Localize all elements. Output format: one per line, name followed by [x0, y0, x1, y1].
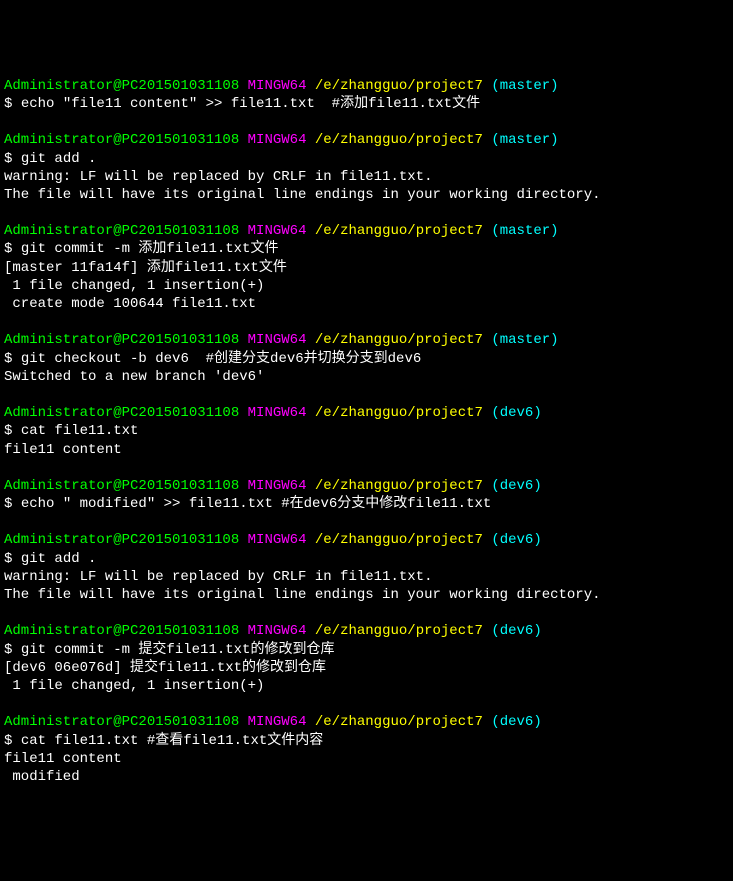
prompt-path: /e/zhangguo/project7 — [315, 78, 483, 94]
prompt-line: Administrator@PC201501031108 MINGW64 /e/… — [4, 331, 729, 349]
prompt-path: /e/zhangguo/project7 — [315, 332, 483, 348]
terminal[interactable]: Administrator@PC201501031108 MINGW64 /e/… — [4, 77, 729, 786]
prompt-line: Administrator@PC201501031108 MINGW64 /e/… — [4, 77, 729, 95]
prompt-mingw: MINGW64 — [248, 478, 307, 494]
output-line: file11 content — [4, 751, 122, 767]
command-line: $ cat file11.txt #查看file11.txt文件内容 — [4, 732, 729, 750]
prompt-mingw: MINGW64 — [248, 132, 307, 148]
output-line: warning: LF will be replaced by CRLF in … — [4, 569, 432, 585]
output-line: [dev6 06e076d] 提交file11.txt的修改到仓库 — [4, 660, 326, 676]
prompt-line: Administrator@PC201501031108 MINGW64 /e/… — [4, 477, 729, 495]
output-line: Switched to a new branch 'dev6' — [4, 369, 264, 385]
command-line: $ git add . — [4, 550, 729, 568]
command-text: git add . — [21, 151, 97, 167]
prompt-dollar: $ — [4, 241, 21, 257]
output-line: 1 file changed, 1 insertion(+) — [4, 278, 264, 294]
output-line: modified — [4, 769, 80, 785]
prompt-dollar: $ — [4, 733, 21, 749]
prompt-dollar: $ — [4, 642, 21, 658]
output-line: The file will have its original line end… — [4, 587, 601, 603]
command-line: $ echo "file11 content" >> file11.txt #添… — [4, 95, 729, 113]
prompt-mingw: MINGW64 — [248, 78, 307, 94]
prompt-dollar: $ — [4, 551, 21, 567]
output-line: create mode 100644 file11.txt — [4, 296, 256, 312]
prompt-mingw: MINGW64 — [248, 405, 307, 421]
prompt-branch: (master) — [491, 223, 558, 239]
output-line: The file will have its original line end… — [4, 187, 601, 203]
prompt-dollar: $ — [4, 151, 21, 167]
command-text: cat file11.txt — [21, 423, 139, 439]
prompt-path: /e/zhangguo/project7 — [315, 132, 483, 148]
prompt-line: Administrator@PC201501031108 MINGW64 /e/… — [4, 131, 729, 149]
output-line: file11 content — [4, 442, 122, 458]
prompt-user-host: Administrator@PC201501031108 — [4, 132, 239, 148]
prompt-dollar: $ — [4, 351, 21, 367]
prompt-branch: (master) — [491, 332, 558, 348]
command-text: git checkout -b dev6 #创建分支dev6并切换分支到dev6 — [21, 351, 421, 367]
prompt-user-host: Administrator@PC201501031108 — [4, 78, 239, 94]
command-line: $ git commit -m 添加file11.txt文件 — [4, 240, 729, 258]
prompt-mingw: MINGW64 — [248, 714, 307, 730]
prompt-branch: (dev6) — [491, 532, 541, 548]
output-line: warning: LF will be replaced by CRLF in … — [4, 169, 432, 185]
prompt-mingw: MINGW64 — [248, 332, 307, 348]
prompt-dollar: $ — [4, 96, 21, 112]
command-text: git commit -m 添加file11.txt文件 — [21, 241, 279, 257]
command-text: echo " modified" >> file11.txt #在dev6分支中… — [21, 496, 491, 512]
prompt-path: /e/zhangguo/project7 — [315, 714, 483, 730]
prompt-path: /e/zhangguo/project7 — [315, 532, 483, 548]
command-line: $ git add . — [4, 150, 729, 168]
output-line: [master 11fa14f] 添加file11.txt文件 — [4, 260, 287, 276]
prompt-line: Administrator@PC201501031108 MINGW64 /e/… — [4, 531, 729, 549]
prompt-path: /e/zhangguo/project7 — [315, 223, 483, 239]
command-line: $ echo " modified" >> file11.txt #在dev6分… — [4, 495, 729, 513]
prompt-branch: (master) — [491, 132, 558, 148]
prompt-path: /e/zhangguo/project7 — [315, 405, 483, 421]
prompt-line: Administrator@PC201501031108 MINGW64 /e/… — [4, 622, 729, 640]
prompt-user-host: Administrator@PC201501031108 — [4, 332, 239, 348]
prompt-line: Administrator@PC201501031108 MINGW64 /e/… — [4, 404, 729, 422]
command-text: git commit -m 提交file11.txt的修改到仓库 — [21, 642, 335, 658]
prompt-branch: (dev6) — [491, 478, 541, 494]
command-line: $ git checkout -b dev6 #创建分支dev6并切换分支到de… — [4, 350, 729, 368]
prompt-user-host: Administrator@PC201501031108 — [4, 405, 239, 421]
command-line: $ cat file11.txt — [4, 422, 729, 440]
prompt-mingw: MINGW64 — [248, 532, 307, 548]
prompt-user-host: Administrator@PC201501031108 — [4, 714, 239, 730]
prompt-branch: (dev6) — [491, 714, 541, 730]
output-line: 1 file changed, 1 insertion(+) — [4, 678, 264, 694]
prompt-mingw: MINGW64 — [248, 223, 307, 239]
prompt-branch: (master) — [491, 78, 558, 94]
prompt-branch: (dev6) — [491, 405, 541, 421]
command-text: git add . — [21, 551, 97, 567]
prompt-dollar: $ — [4, 423, 21, 439]
prompt-user-host: Administrator@PC201501031108 — [4, 223, 239, 239]
prompt-dollar: $ — [4, 496, 21, 512]
prompt-user-host: Administrator@PC201501031108 — [4, 478, 239, 494]
prompt-line: Administrator@PC201501031108 MINGW64 /e/… — [4, 713, 729, 731]
command-text: cat file11.txt #查看file11.txt文件内容 — [21, 733, 323, 749]
prompt-user-host: Administrator@PC201501031108 — [4, 532, 239, 548]
command-line: $ git commit -m 提交file11.txt的修改到仓库 — [4, 641, 729, 659]
command-text: echo "file11 content" >> file11.txt #添加f… — [21, 96, 480, 112]
prompt-line: Administrator@PC201501031108 MINGW64 /e/… — [4, 222, 729, 240]
prompt-path: /e/zhangguo/project7 — [315, 478, 483, 494]
